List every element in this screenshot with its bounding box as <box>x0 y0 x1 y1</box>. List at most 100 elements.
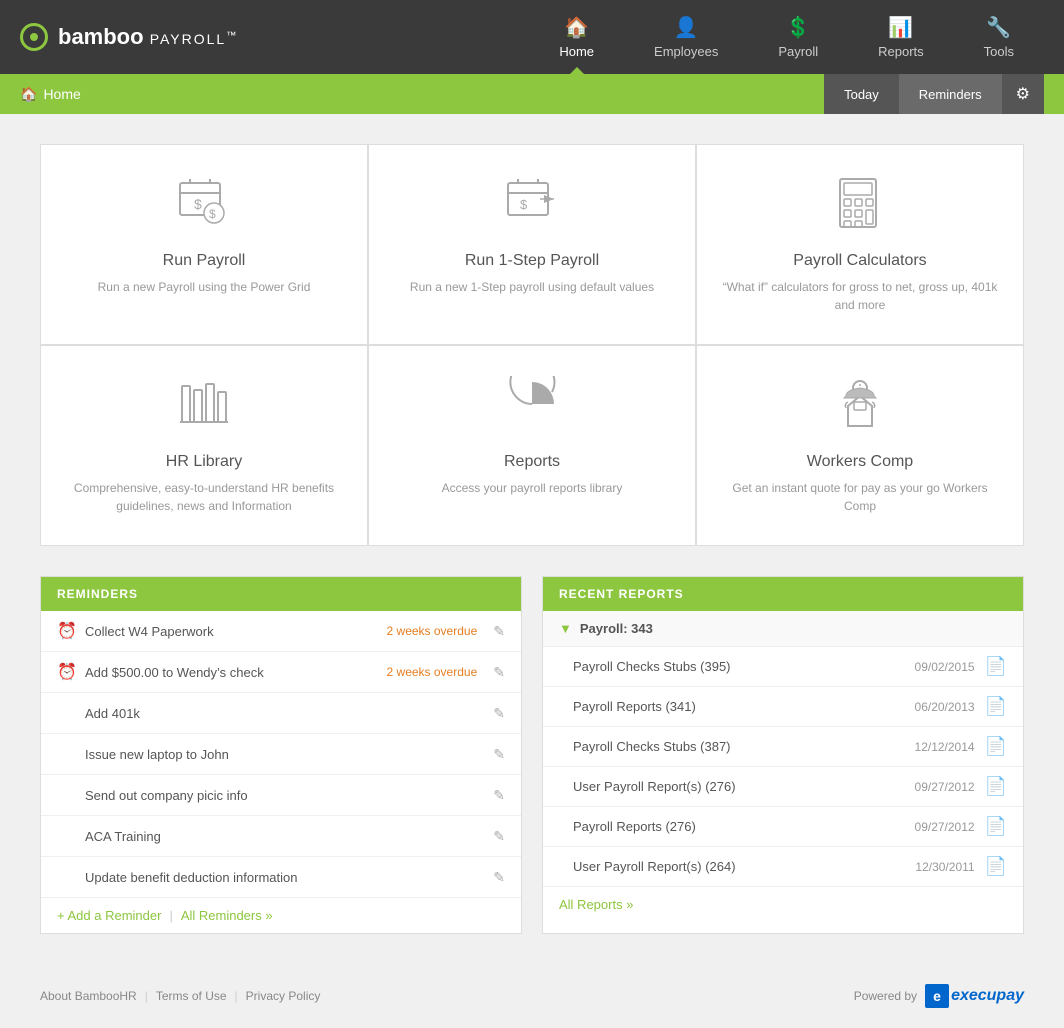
pdf-icon-1[interactable]: 📄 <box>985 696 1007 717</box>
nav-item-payroll[interactable]: 💲 Payroll <box>748 0 848 74</box>
nav-item-home-label: Home <box>559 44 594 59</box>
reminder-item-w4: ⏰ Collect W4 Paperwork 2 weeks overdue ✎ <box>41 611 521 652</box>
svg-text:$: $ <box>209 207 216 221</box>
reminder-text-wendy: Add $500.00 to Wendy’s check <box>85 665 379 680</box>
report-name-4: Payroll Reports (276) <box>573 819 915 834</box>
footer: About BambooHR | Terms of Use | Privacy … <box>0 964 1064 1028</box>
all-reports-link[interactable]: All Reports » <box>559 897 633 912</box>
today-button[interactable]: Today <box>824 74 899 114</box>
nav-item-reports-label: Reports <box>878 44 924 59</box>
clock-icon-wendy: ⏰ <box>57 662 77 682</box>
payroll-calculators-desc: “What if” calculators for gross to net, … <box>717 278 1003 314</box>
secondary-nav-actions: Today Reminders ⚙ <box>824 74 1044 114</box>
main-content: $ $ Run Payroll Run a new Payroll using … <box>0 114 1064 964</box>
all-reminders-link[interactable]: All Reminders » <box>181 908 273 923</box>
run-1step-payroll-title: Run 1-Step Payroll <box>465 252 599 270</box>
pdf-icon-4[interactable]: 📄 <box>985 816 1007 837</box>
edit-icon-w4[interactable]: ✎ <box>485 623 505 640</box>
report-date-0: 09/02/2015 <box>915 660 975 674</box>
secondary-navigation: 🏠 Home Today Reminders ⚙ <box>0 74 1064 114</box>
card-payroll-calculators[interactable]: Payroll Calculators “What if” calculator… <box>697 145 1023 344</box>
reminder-text-benefit: Update benefit deduction information <box>85 870 477 885</box>
reminders-button[interactable]: Reminders <box>899 74 1002 114</box>
clock-icon-w4: ⏰ <box>57 621 77 641</box>
report-item-5: User Payroll Report(s) (264) 12/30/2011 … <box>543 847 1023 887</box>
edit-icon-laptop[interactable]: ✎ <box>485 746 505 763</box>
logo-icon <box>20 23 48 51</box>
report-item-3: User Payroll Report(s) (276) 09/27/2012 … <box>543 767 1023 807</box>
footer-links: About BambooHR | Terms of Use | Privacy … <box>40 989 320 1003</box>
employees-icon: 👤 <box>674 15 699 40</box>
footer-powered-by: Powered by e execupay <box>854 984 1024 1008</box>
home-breadcrumb: 🏠 Home <box>20 86 81 103</box>
privacy-link[interactable]: Privacy Policy <box>246 989 321 1003</box>
nav-item-home[interactable]: 🏠 Home <box>529 0 624 74</box>
home-icon: 🏠 <box>564 15 589 40</box>
footer-sep-2: | <box>235 989 238 1003</box>
reminders-panel-header: REMINDERS <box>41 577 521 611</box>
report-date-2: 12/12/2014 <box>915 740 975 754</box>
pdf-icon-5[interactable]: 📄 <box>985 856 1007 877</box>
placeholder-icon-laptop: ⏰ <box>57 744 77 764</box>
execupay-e-icon: e <box>925 984 949 1008</box>
edit-icon-401k[interactable]: ✎ <box>485 705 505 722</box>
workers-comp-desc: Get an instant quote for pay as your go … <box>717 479 1003 515</box>
card-reports[interactable]: Reports Access your payroll reports libr… <box>369 346 695 545</box>
hr-library-title: HR Library <box>166 453 242 471</box>
edit-icon-aca[interactable]: ✎ <box>485 828 505 845</box>
reports-card-desc: Access your payroll reports library <box>442 479 623 497</box>
report-group-label: Payroll: 343 <box>580 621 653 636</box>
report-item-2: Payroll Checks Stubs (387) 12/12/2014 📄 <box>543 727 1023 767</box>
report-item-4: Payroll Reports (276) 09/27/2012 📄 <box>543 807 1023 847</box>
footer-sep-1: | <box>145 989 148 1003</box>
card-grid: $ $ Run Payroll Run a new Payroll using … <box>40 144 1024 546</box>
report-name-3: User Payroll Report(s) (276) <box>573 779 915 794</box>
nav-item-reports[interactable]: 📊 Reports <box>848 0 954 74</box>
payroll-calculators-title: Payroll Calculators <box>793 252 926 270</box>
svg-text:$: $ <box>194 196 202 212</box>
report-date-3: 09/27/2012 <box>915 780 975 794</box>
workers-comp-title: Workers Comp <box>807 453 913 471</box>
execupay-logo: e execupay <box>925 984 1024 1008</box>
nav-item-tools[interactable]: 🔧 Tools <box>954 0 1044 74</box>
run-1step-payroll-desc: Run a new 1-Step payroll using default v… <box>410 278 654 296</box>
card-run-1step-payroll[interactable]: $ Run 1-Step Payroll Run a new 1-Step pa… <box>369 145 695 344</box>
hr-library-icon <box>176 376 232 441</box>
reports-icon: 📊 <box>888 15 913 40</box>
edit-icon-picnic[interactable]: ✎ <box>485 787 505 804</box>
card-workers-comp[interactable]: Workers Comp Get an instant quote for pa… <box>697 346 1023 545</box>
reminder-item-aca: ⏰ ACA Training ✎ <box>41 816 521 857</box>
powered-by-label: Powered by <box>854 989 917 1003</box>
payroll-calculators-icon <box>832 175 888 240</box>
hr-library-desc: Comprehensive, easy-to-understand HR ben… <box>61 479 347 515</box>
reminder-text-w4: Collect W4 Paperwork <box>85 624 379 639</box>
about-link[interactable]: About BambooHR <box>40 989 137 1003</box>
card-run-payroll[interactable]: $ $ Run Payroll Run a new Payroll using … <box>41 145 367 344</box>
report-item-1: Payroll Reports (341) 06/20/2013 📄 <box>543 687 1023 727</box>
top-navigation: bamboo PAYROLL™ 🏠 Home 👤 Employees 💲 Pay… <box>0 0 1064 74</box>
nav-item-tools-label: Tools <box>984 44 1014 59</box>
run-payroll-title: Run Payroll <box>163 252 246 270</box>
reminder-add-area: + Add a Reminder | All Reminders » <box>41 898 521 933</box>
nav-item-employees[interactable]: 👤 Employees <box>624 0 748 74</box>
pdf-icon-3[interactable]: 📄 <box>985 776 1007 797</box>
placeholder-icon-401k: ⏰ <box>57 703 77 723</box>
nav-items: 🏠 Home 👤 Employees 💲 Payroll 📊 Reports 🔧… <box>529 0 1044 74</box>
reminder-item-benefit: ⏰ Update benefit deduction information ✎ <box>41 857 521 898</box>
run-1step-payroll-icon: $ <box>504 175 560 240</box>
terms-link[interactable]: Terms of Use <box>156 989 227 1003</box>
reminder-text-aca: ACA Training <box>85 829 477 844</box>
separator: | <box>169 908 172 923</box>
card-hr-library[interactable]: HR Library Comprehensive, easy-to-unders… <box>41 346 367 545</box>
pdf-icon-2[interactable]: 📄 <box>985 736 1007 757</box>
edit-icon-benefit[interactable]: ✎ <box>485 869 505 886</box>
bottom-section: REMINDERS ⏰ Collect W4 Paperwork 2 weeks… <box>40 576 1024 934</box>
add-reminder-link[interactable]: + Add a Reminder <box>57 908 161 923</box>
report-name-0: Payroll Checks Stubs (395) <box>573 659 915 674</box>
run-payroll-desc: Run a new Payroll using the Power Grid <box>98 278 311 296</box>
report-date-4: 09/27/2012 <box>915 820 975 834</box>
edit-icon-wendy[interactable]: ✎ <box>485 664 505 681</box>
pdf-icon-0[interactable]: 📄 <box>985 656 1007 677</box>
settings-button[interactable]: ⚙ <box>1002 74 1044 114</box>
report-group-header[interactable]: ▼ Payroll: 343 <box>543 611 1023 647</box>
